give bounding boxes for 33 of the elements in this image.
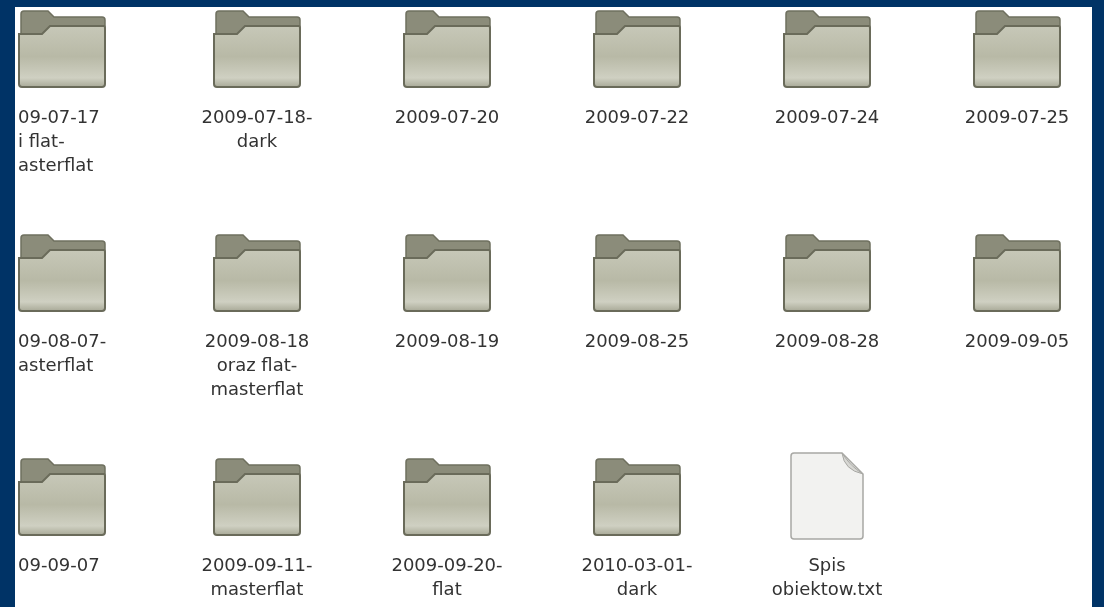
- file-name[interactable]: 2009-08-18 oraz flat- masterflat: [204, 329, 310, 401]
- file-name[interactable]: 09-08-07- asterflat: [18, 329, 107, 377]
- file-name[interactable]: Spis obiektow.txt: [771, 553, 883, 601]
- folder-icon[interactable]: [213, 10, 301, 88]
- folder-icon[interactable]: [18, 10, 106, 88]
- folder-icon[interactable]: [213, 458, 301, 536]
- folder-icon[interactable]: [403, 10, 491, 88]
- folder-icon[interactable]: [973, 234, 1061, 312]
- file-name[interactable]: 2009-07-22: [584, 105, 690, 129]
- file-name[interactable]: 2009-07-20: [394, 105, 500, 129]
- folder-icon[interactable]: [783, 234, 871, 312]
- folder-icon[interactable]: [783, 10, 871, 88]
- folder-icon[interactable]: [973, 10, 1061, 88]
- folder-icon[interactable]: [18, 458, 106, 536]
- file-name[interactable]: 2009-08-19: [394, 329, 500, 353]
- folder-icon[interactable]: [593, 458, 681, 536]
- file-name[interactable]: 09-07-17 i flat- asterflat: [18, 105, 100, 177]
- folder-icon[interactable]: [593, 234, 681, 312]
- folder-icon[interactable]: [403, 234, 491, 312]
- file-name[interactable]: 2009-09-05: [964, 329, 1070, 353]
- file-name[interactable]: 2010-03-01- dark: [581, 553, 693, 601]
- file-name[interactable]: 2009-07-25: [964, 105, 1070, 129]
- folder-icon[interactable]: [18, 234, 106, 312]
- folder-icon[interactable]: [213, 234, 301, 312]
- folder-icon[interactable]: [403, 458, 491, 536]
- file-name[interactable]: 2009-07-18- dark: [201, 105, 313, 153]
- folder-icon[interactable]: [593, 10, 681, 88]
- file-name[interactable]: 09-09-07: [18, 553, 100, 577]
- file-name[interactable]: 2009-08-25: [584, 329, 690, 353]
- file-name[interactable]: 2009-07-24: [774, 105, 880, 129]
- file-name[interactable]: 2009-08-28: [774, 329, 880, 353]
- file-name[interactable]: 2009-09-11- masterflat: [201, 553, 313, 601]
- file-name[interactable]: 2009-09-20- flat: [391, 553, 503, 601]
